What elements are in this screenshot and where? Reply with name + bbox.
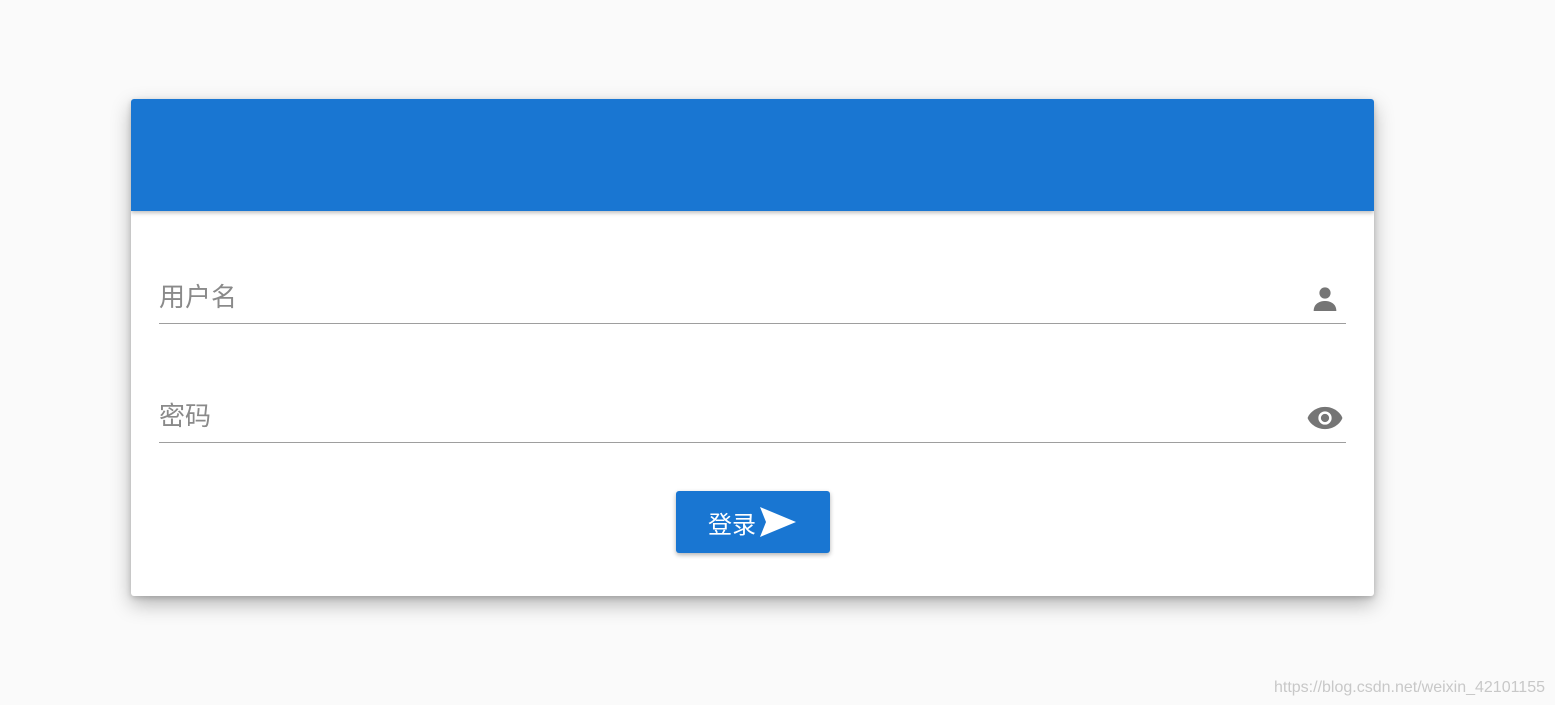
eye-icon[interactable] xyxy=(1306,399,1344,437)
login-card: 登录 xyxy=(131,99,1374,596)
send-icon xyxy=(758,505,798,539)
person-icon xyxy=(1306,280,1344,318)
card-header xyxy=(131,99,1374,211)
password-input[interactable] xyxy=(159,394,1279,440)
login-button-label: 登录 xyxy=(708,510,756,539)
watermark: https://blog.csdn.net/weixin_42101155 xyxy=(1273,679,1545,696)
username-field xyxy=(159,275,1346,324)
login-button[interactable]: 登录 xyxy=(676,491,830,553)
password-field xyxy=(159,394,1346,443)
username-input[interactable] xyxy=(159,275,1279,321)
